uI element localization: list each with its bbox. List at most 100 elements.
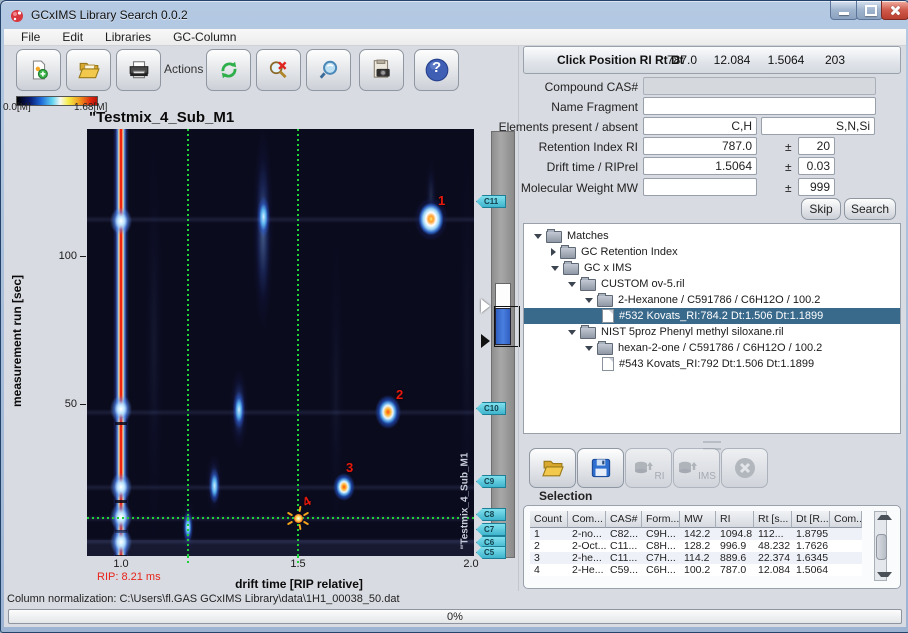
refresh-button[interactable] <box>206 49 251 91</box>
table-cell[interactable]: 996.9 <box>716 540 754 552</box>
table-cell[interactable]: C11... <box>606 552 642 564</box>
skip-button[interactable]: Skip <box>801 198 841 220</box>
help-button[interactable]: ? <box>414 49 459 91</box>
print-button[interactable] <box>116 49 161 91</box>
menu-gc-column[interactable]: GC-Column <box>162 29 247 45</box>
table-scrollbar[interactable] <box>874 511 887 581</box>
table-cell[interactable]: 1.5064 <box>792 564 830 576</box>
table-cell[interactable]: 48.232 <box>754 540 792 552</box>
table-cell[interactable]: C11... <box>606 540 642 552</box>
table-cell[interactable]: C8H... <box>642 540 680 552</box>
table-cell[interactable]: 1.8795 <box>792 528 830 540</box>
tree-item-5[interactable]: 2-Hexanone / C591786 / C6H12O / 100.2 <box>524 292 901 308</box>
strip-lower-handle[interactable] <box>481 334 490 348</box>
table-header-cell[interactable]: Com... <box>830 511 862 528</box>
table-cell[interactable]: 112... <box>754 528 792 540</box>
strip-upper-handle[interactable] <box>481 299 490 313</box>
table-cell[interactable]: 4 <box>530 564 568 576</box>
scrollbar-thumb[interactable] <box>876 534 887 560</box>
table-cell[interactable]: 22.374 <box>754 552 792 564</box>
table-cell[interactable]: C9H... <box>642 528 680 540</box>
cas-field[interactable] <box>643 77 876 95</box>
elements-absent-field[interactable]: S,N,Si <box>761 117 875 135</box>
table-cell[interactable]: 2-he... <box>568 552 606 564</box>
table-header-cell[interactable]: RI <box>716 511 754 528</box>
table-cell[interactable] <box>830 540 862 552</box>
collapse-icon[interactable] <box>585 298 593 303</box>
results-tree[interactable]: MatchesGC Retention IndexGC x IMSCUSTOM … <box>523 223 901 434</box>
molecular-weight-field[interactable] <box>643 178 757 196</box>
maximize-button[interactable] <box>856 1 883 20</box>
table-cell[interactable]: 1.7626 <box>792 540 830 552</box>
open-button[interactable] <box>66 49 111 91</box>
table-cell[interactable] <box>830 528 862 540</box>
name-fragment-field[interactable] <box>643 97 876 115</box>
table-cell[interactable]: 889.6 <box>716 552 754 564</box>
table-header-cell[interactable]: Form... <box>642 511 680 528</box>
table-cell[interactable]: C6H... <box>642 564 680 576</box>
ri-tolerance-field[interactable]: 20 <box>798 137 835 155</box>
table-cell[interactable]: 100.2 <box>680 564 716 576</box>
elements-present-field[interactable]: C,H <box>643 117 757 135</box>
table-cell[interactable]: 1 <box>530 528 568 540</box>
collapse-icon[interactable] <box>568 282 576 287</box>
new-button[interactable] <box>16 49 61 91</box>
upload-ims-button[interactable]: IMS <box>673 448 720 488</box>
heatmap[interactable]: 1234 <box>87 129 474 556</box>
search-zoom-button[interactable] <box>306 49 351 91</box>
table-cell[interactable]: 1.6345 <box>792 552 830 564</box>
tree-item-2[interactable]: GC Retention Index <box>524 244 901 260</box>
table-cell[interactable]: 2-He... <box>568 564 606 576</box>
table-cell[interactable]: 2-no... <box>568 528 606 540</box>
table-cell[interactable] <box>830 564 862 576</box>
load-selection-button[interactable] <box>529 448 576 488</box>
save-selection-button[interactable] <box>577 448 624 488</box>
tree-item-7[interactable]: NIST 5proz Phenyl methyl siloxane.ril <box>524 324 901 340</box>
delete-selection-button[interactable] <box>721 448 768 488</box>
tree-item-1[interactable]: Matches <box>524 228 901 244</box>
collapse-icon[interactable] <box>568 330 576 335</box>
table-cell[interactable]: 3 <box>530 552 568 564</box>
collapse-icon[interactable] <box>551 266 559 271</box>
table-cell[interactable]: 787.0 <box>716 564 754 576</box>
drift-time-field[interactable]: 1.5064 <box>643 157 757 175</box>
table-cell[interactable]: C59... <box>606 564 642 576</box>
table-cell[interactable]: 128.2 <box>680 540 716 552</box>
menu-edit[interactable]: Edit <box>51 29 94 45</box>
retention-index-field[interactable]: 787.0 <box>643 137 757 155</box>
table-cell[interactable]: C7H... <box>642 552 680 564</box>
close-button[interactable] <box>881 1 908 20</box>
table-cell[interactable] <box>830 552 862 564</box>
tree-item-9[interactable]: #543 Kovats_RI:792 Dt:1.506 Dt:1.1899 <box>524 356 901 372</box>
tree-item-4[interactable]: CUSTOM ov-5.ril <box>524 276 901 292</box>
tree-item-3[interactable]: GC x IMS <box>524 260 901 276</box>
search-button[interactable]: Search <box>844 198 896 220</box>
dt-tolerance-field[interactable]: 0.03 <box>798 157 835 175</box>
table-cell[interactable]: 2 <box>530 540 568 552</box>
scroll-down-icon[interactable] <box>877 572 892 577</box>
collapse-icon[interactable] <box>534 234 542 239</box>
table-header-cell[interactable]: CAS# <box>606 511 642 528</box>
minimize-button[interactable] <box>830 1 858 20</box>
table-header-cell[interactable]: MW <box>680 511 716 528</box>
reset-zoom-button[interactable] <box>256 49 301 91</box>
table-cell[interactable]: C82... <box>606 528 642 540</box>
table-cell[interactable]: 12.084 <box>754 564 792 576</box>
table-header-cell[interactable]: Com... <box>568 511 606 528</box>
table-header-cell[interactable]: Dt [R... <box>792 511 830 528</box>
scroll-up-icon[interactable] <box>877 515 892 520</box>
expand-icon[interactable] <box>551 248 556 256</box>
table-cell[interactable]: 2-Oct... <box>568 540 606 552</box>
menu-libraries[interactable]: Libraries <box>94 29 162 45</box>
mw-tolerance-field[interactable]: 999 <box>798 178 835 196</box>
collapse-icon[interactable] <box>585 346 593 351</box>
snapshot-button[interactable] <box>359 49 404 91</box>
tree-item-6[interactable]: #532 Kovats_RI:784.2 Dt:1.506 Dt:1.1899 <box>524 308 901 324</box>
table-cell[interactable]: 142.2 <box>680 528 716 540</box>
table-cell[interactable]: 114.2 <box>680 552 716 564</box>
selection-table[interactable]: CountCom...CAS#Form...MWRIRt [s...Dt [R.… <box>530 511 872 576</box>
upload-ri-button[interactable]: RI <box>625 448 672 488</box>
table-header-cell[interactable]: Count <box>530 511 568 528</box>
table-cell[interactable]: 1094.8 <box>716 528 754 540</box>
tree-item-8[interactable]: hexan-2-one / C591786 / C6H12O / 100.2 <box>524 340 901 356</box>
